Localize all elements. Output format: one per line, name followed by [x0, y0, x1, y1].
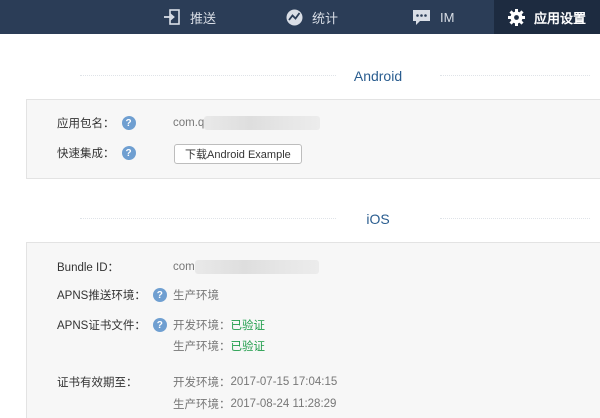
apns-env-value: 生产环境: [173, 290, 219, 302]
expiry-dev-label: 开发环境：: [173, 377, 231, 389]
cert-expiry-row: 证书有效期至：: [57, 373, 138, 391]
nav-push-label: 推送: [190, 10, 217, 26]
package-name-row: 应用包名： ?: [57, 114, 136, 132]
bundle-id-row: Bundle ID：: [57, 258, 119, 276]
apns-env-row: APNS推送环境： ?: [57, 286, 167, 304]
expiry-prod-label: 生产环境：: [173, 399, 231, 411]
stats-icon: [286, 9, 303, 26]
nav-stats[interactable]: 统计: [286, 0, 338, 34]
dev-cert-status: 开发环境： 已验证: [173, 316, 265, 334]
prod-verified-status: 已验证: [230, 341, 266, 353]
android-section-title: Android: [353, 68, 403, 84]
quick-integration-row: 快速集成： ?: [57, 144, 136, 162]
bundle-id-value: com: [173, 258, 319, 276]
cert-expiry-label: 证书有效期至：: [57, 377, 138, 389]
help-icon[interactable]: ?: [152, 288, 167, 302]
chat-bubble-icon: [412, 9, 431, 26]
gear-icon: [507, 8, 525, 26]
top-nav: 推送 统计 IM 应用设置: [0, 0, 600, 34]
prod-env-label: 生产环境：: [173, 341, 231, 353]
apns-env-label: APNS推送环境：: [57, 290, 146, 302]
package-name-label: 应用包名：: [57, 118, 115, 130]
sign-in-icon: [163, 9, 181, 25]
redacted-block: [194, 260, 319, 274]
package-name-text: com.q: [173, 117, 205, 129]
help-icon[interactable]: ?: [121, 146, 136, 160]
ios-section-title: iOS: [366, 211, 390, 227]
divider: [440, 75, 590, 76]
nav-im[interactable]: IM: [412, 0, 454, 34]
prod-expiry: 生产环境： 2017-08-24 11:28:29: [173, 395, 336, 413]
ios-panel: Bundle ID： com APNS推送环境： ? 生产环境 APNS证书文件…: [26, 242, 600, 418]
apns-cert-row: APNS证书文件： ?: [57, 316, 167, 334]
expiry-prod-value: 2017-08-24 11:28:29: [230, 398, 337, 410]
nav-settings-label: 应用设置: [533, 10, 586, 26]
quick-integration-label: 快速集成：: [57, 148, 115, 160]
apns-cert-label: APNS证书文件：: [57, 320, 146, 332]
package-name-value: com.q: [173, 114, 321, 132]
divider: [440, 218, 590, 219]
dev-verified-status: 已验证: [230, 320, 266, 332]
expiry-dev-value: 2017-07-15 17:04:15: [230, 376, 338, 388]
redacted-block: [204, 116, 321, 130]
nav-im-label: IM: [440, 9, 455, 25]
prod-cert-status: 生产环境： 已验证: [173, 337, 265, 355]
dev-expiry: 开发环境： 2017-07-15 17:04:15: [173, 373, 337, 391]
nav-settings[interactable]: 应用设置: [494, 0, 600, 34]
android-panel: 应用包名： ? com.q 快速集成： ? 下载Android Example: [26, 99, 600, 179]
download-android-example-button[interactable]: 下载Android Example: [174, 144, 302, 164]
ios-section-heading: iOS: [0, 209, 600, 229]
dev-env-label: 开发环境：: [173, 320, 231, 332]
bundle-id-label: Bundle ID：: [57, 262, 120, 274]
nav-stats-label: 统计: [312, 10, 339, 26]
help-icon[interactable]: ?: [152, 318, 167, 332]
help-icon[interactable]: ?: [121, 116, 136, 130]
bundle-id-text: com: [173, 261, 195, 273]
android-section-heading: Android: [0, 66, 600, 86]
nav-push[interactable]: 推送: [163, 0, 216, 34]
